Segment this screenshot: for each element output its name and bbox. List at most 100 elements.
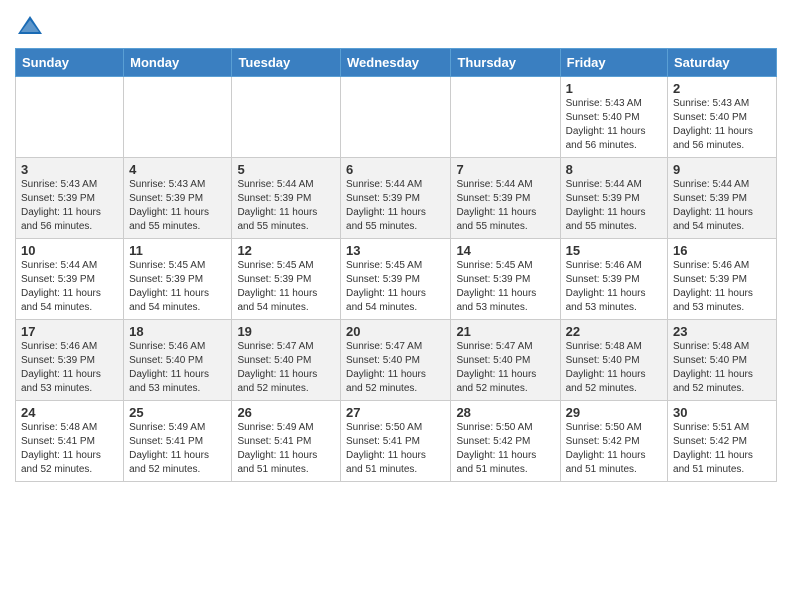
day-number: 4 — [129, 162, 226, 177]
calendar-cell: 12Sunrise: 5:45 AMSunset: 5:39 PMDayligh… — [232, 239, 341, 320]
day-info: Sunrise: 5:43 AM — [129, 178, 226, 192]
calendar-header-thursday: Thursday — [451, 49, 560, 77]
day-info: Sunrise: 5:50 AM — [566, 421, 662, 435]
day-number: 25 — [129, 405, 226, 420]
day-info: Sunrise: 5:47 AM — [346, 340, 445, 354]
day-info: Sunrise: 5:48 AM — [673, 340, 771, 354]
day-info: Sunrise: 5:43 AM — [21, 178, 118, 192]
day-info: Sunrise: 5:50 AM — [346, 421, 445, 435]
day-info: and 52 minutes. — [456, 382, 554, 396]
day-info: Sunrise: 5:44 AM — [346, 178, 445, 192]
daylight-label: Daylight: 11 hours — [566, 287, 662, 301]
calendar-cell — [232, 77, 341, 158]
calendar: SundayMondayTuesdayWednesdayThursdayFrid… — [15, 48, 777, 482]
day-info: Sunset: 5:39 PM — [129, 273, 226, 287]
daylight-label: Daylight: 11 hours — [566, 368, 662, 382]
day-number: 29 — [566, 405, 662, 420]
daylight-label: Daylight: 11 hours — [346, 368, 445, 382]
day-number: 10 — [21, 243, 118, 258]
day-number: 5 — [237, 162, 335, 177]
day-info: Sunrise: 5:43 AM — [566, 97, 662, 111]
day-info: Sunset: 5:40 PM — [566, 354, 662, 368]
daylight-label: Daylight: 11 hours — [129, 287, 226, 301]
day-info: and 52 minutes. — [237, 382, 335, 396]
day-number: 11 — [129, 243, 226, 258]
daylight-label: Daylight: 11 hours — [237, 449, 335, 463]
day-info: Sunrise: 5:46 AM — [673, 259, 771, 273]
calendar-cell: 30Sunrise: 5:51 AMSunset: 5:42 PMDayligh… — [668, 401, 777, 482]
day-info: Sunset: 5:39 PM — [237, 273, 335, 287]
day-info: Sunset: 5:39 PM — [21, 354, 118, 368]
day-info: and 53 minutes. — [129, 382, 226, 396]
day-number: 15 — [566, 243, 662, 258]
day-info: Sunrise: 5:46 AM — [21, 340, 118, 354]
day-info: and 52 minutes. — [566, 382, 662, 396]
day-info: Sunset: 5:39 PM — [566, 192, 662, 206]
daylight-label: Daylight: 11 hours — [566, 125, 662, 139]
calendar-cell: 16Sunrise: 5:46 AMSunset: 5:39 PMDayligh… — [668, 239, 777, 320]
day-info: Sunset: 5:42 PM — [673, 435, 771, 449]
daylight-label: Daylight: 11 hours — [673, 368, 771, 382]
daylight-label: Daylight: 11 hours — [237, 368, 335, 382]
day-info: Sunset: 5:39 PM — [346, 273, 445, 287]
calendar-cell: 20Sunrise: 5:47 AMSunset: 5:40 PMDayligh… — [341, 320, 451, 401]
calendar-cell: 29Sunrise: 5:50 AMSunset: 5:42 PMDayligh… — [560, 401, 667, 482]
day-number: 16 — [673, 243, 771, 258]
day-number: 22 — [566, 324, 662, 339]
calendar-header-sunday: Sunday — [16, 49, 124, 77]
day-info: and 52 minutes. — [346, 382, 445, 396]
day-info: Sunset: 5:39 PM — [566, 273, 662, 287]
day-number: 8 — [566, 162, 662, 177]
day-info: Sunrise: 5:46 AM — [566, 259, 662, 273]
day-info: and 53 minutes. — [21, 382, 118, 396]
daylight-label: Daylight: 11 hours — [346, 206, 445, 220]
daylight-label: Daylight: 11 hours — [21, 368, 118, 382]
calendar-cell: 14Sunrise: 5:45 AMSunset: 5:39 PMDayligh… — [451, 239, 560, 320]
logo — [15, 14, 44, 40]
calendar-cell: 19Sunrise: 5:47 AMSunset: 5:40 PMDayligh… — [232, 320, 341, 401]
day-info: and 51 minutes. — [673, 463, 771, 477]
day-info: and 53 minutes. — [673, 301, 771, 315]
day-info: Sunset: 5:41 PM — [21, 435, 118, 449]
calendar-cell: 27Sunrise: 5:50 AMSunset: 5:41 PMDayligh… — [341, 401, 451, 482]
day-info: Sunrise: 5:49 AM — [237, 421, 335, 435]
day-info: and 55 minutes. — [129, 220, 226, 234]
day-info: Sunrise: 5:50 AM — [456, 421, 554, 435]
calendar-cell: 28Sunrise: 5:50 AMSunset: 5:42 PMDayligh… — [451, 401, 560, 482]
day-info: Sunset: 5:39 PM — [456, 273, 554, 287]
day-info: Sunset: 5:42 PM — [566, 435, 662, 449]
calendar-cell — [124, 77, 232, 158]
calendar-cell: 2Sunrise: 5:43 AMSunset: 5:40 PMDaylight… — [668, 77, 777, 158]
calendar-cell: 8Sunrise: 5:44 AMSunset: 5:39 PMDaylight… — [560, 158, 667, 239]
calendar-cell: 21Sunrise: 5:47 AMSunset: 5:40 PMDayligh… — [451, 320, 560, 401]
daylight-label: Daylight: 11 hours — [673, 449, 771, 463]
day-info: Sunrise: 5:48 AM — [21, 421, 118, 435]
day-info: and 54 minutes. — [673, 220, 771, 234]
day-info: and 54 minutes. — [346, 301, 445, 315]
day-number: 30 — [673, 405, 771, 420]
day-info: Sunrise: 5:44 AM — [456, 178, 554, 192]
day-info: Sunset: 5:39 PM — [21, 273, 118, 287]
calendar-cell: 15Sunrise: 5:46 AMSunset: 5:39 PMDayligh… — [560, 239, 667, 320]
day-info: Sunset: 5:41 PM — [129, 435, 226, 449]
day-info: Sunset: 5:40 PM — [673, 111, 771, 125]
calendar-cell: 5Sunrise: 5:44 AMSunset: 5:39 PMDaylight… — [232, 158, 341, 239]
day-info: and 54 minutes. — [21, 301, 118, 315]
day-number: 17 — [21, 324, 118, 339]
daylight-label: Daylight: 11 hours — [566, 206, 662, 220]
daylight-label: Daylight: 11 hours — [129, 206, 226, 220]
day-info: Sunset: 5:40 PM — [673, 354, 771, 368]
daylight-label: Daylight: 11 hours — [456, 287, 554, 301]
calendar-cell: 7Sunrise: 5:44 AMSunset: 5:39 PMDaylight… — [451, 158, 560, 239]
calendar-cell: 22Sunrise: 5:48 AMSunset: 5:40 PMDayligh… — [560, 320, 667, 401]
day-info: Sunrise: 5:44 AM — [237, 178, 335, 192]
day-info: and 54 minutes. — [237, 301, 335, 315]
calendar-cell: 17Sunrise: 5:46 AMSunset: 5:39 PMDayligh… — [16, 320, 124, 401]
daylight-label: Daylight: 11 hours — [673, 287, 771, 301]
calendar-week-4: 17Sunrise: 5:46 AMSunset: 5:39 PMDayligh… — [16, 320, 777, 401]
day-info: Sunrise: 5:45 AM — [456, 259, 554, 273]
day-info: and 56 minutes. — [673, 139, 771, 153]
day-number: 28 — [456, 405, 554, 420]
day-info: Sunrise: 5:47 AM — [237, 340, 335, 354]
day-number: 21 — [456, 324, 554, 339]
